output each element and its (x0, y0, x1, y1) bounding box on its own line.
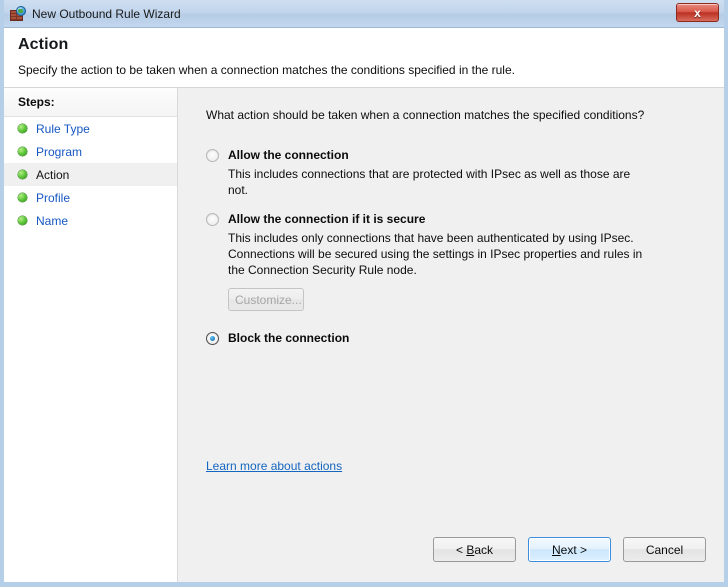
radio-allow-the-connection-if-it-is-secure[interactable]: Allow the connection if it is secure (206, 212, 708, 227)
option-allow-the-connection: Allow the connection This includes conne… (206, 148, 708, 198)
option-block-the-connection: Block the connection (206, 331, 708, 346)
customize-button[interactable]: Customize... (228, 288, 304, 311)
sidebar-item-program[interactable]: Program (4, 140, 177, 163)
steps-header: Steps: (4, 88, 177, 117)
sidebar-item-action[interactable]: Action (4, 163, 177, 186)
step-bullet-icon (18, 147, 27, 156)
back-button-label: < Back (455, 542, 494, 557)
option-description: This includes connections that are prote… (228, 167, 631, 197)
radio-allow-the-connection[interactable]: Allow the connection (206, 148, 708, 163)
sidebar-item-label: Action (36, 167, 70, 182)
sidebar-item-profile[interactable]: Profile (4, 186, 177, 209)
option-label: Block the connection (228, 331, 350, 345)
step-bullet-icon (18, 170, 27, 179)
firewall-globe-icon (10, 5, 26, 22)
radio-block-the-connection[interactable]: Block the connection (206, 331, 708, 346)
content-pane: What action should be taken when a conne… (178, 88, 724, 582)
radio-button-icon[interactable] (206, 332, 219, 345)
step-bullet-icon (18, 216, 27, 225)
close-icon[interactable]: x (676, 3, 719, 22)
option-label: Allow the connection if it is secure (228, 212, 426, 226)
learn-more-link[interactable]: Learn more about actions (206, 459, 342, 473)
sidebar-item-label: Profile (36, 190, 71, 205)
back-button[interactable]: < Back (433, 537, 516, 562)
next-button-label: Next > (551, 542, 588, 557)
wizard-body: Steps: Rule Type Program Action Profile … (4, 88, 724, 582)
wizard-window: New Outbound Rule Wizard x Action Specif… (0, 0, 728, 587)
question-text: What action should be taken when a conne… (206, 108, 645, 122)
page-title: Action (18, 36, 69, 53)
sidebar-item-label: Program (36, 144, 83, 159)
step-bullet-icon (18, 193, 27, 202)
dialog-button-row: < Back Next > Cancel (433, 537, 706, 562)
option-label: Allow the connection (228, 148, 349, 162)
sidebar-item-label: Name (36, 213, 69, 228)
radio-button-icon[interactable] (206, 213, 219, 226)
step-bullet-icon (18, 124, 27, 133)
option-allow-if-secure: Allow the connection if it is secure Thi… (206, 212, 708, 311)
title-bar: New Outbound Rule Wizard x (4, 0, 724, 28)
cancel-button[interactable]: Cancel (623, 537, 706, 562)
sidebar-item-label: Rule Type (36, 121, 90, 136)
option-description: This includes only connections that have… (228, 231, 643, 277)
radio-button-icon[interactable] (206, 149, 219, 162)
page-subtitle: Specify the action to be taken when a co… (18, 63, 515, 77)
page-header: Action Specify the action to be taken wh… (4, 28, 724, 88)
sidebar-item-rule-type[interactable]: Rule Type (4, 117, 177, 140)
window-title: New Outbound Rule Wizard (32, 6, 181, 21)
steps-sidebar: Steps: Rule Type Program Action Profile … (4, 88, 178, 582)
next-button[interactable]: Next > (528, 537, 611, 562)
sidebar-item-name[interactable]: Name (4, 209, 177, 232)
